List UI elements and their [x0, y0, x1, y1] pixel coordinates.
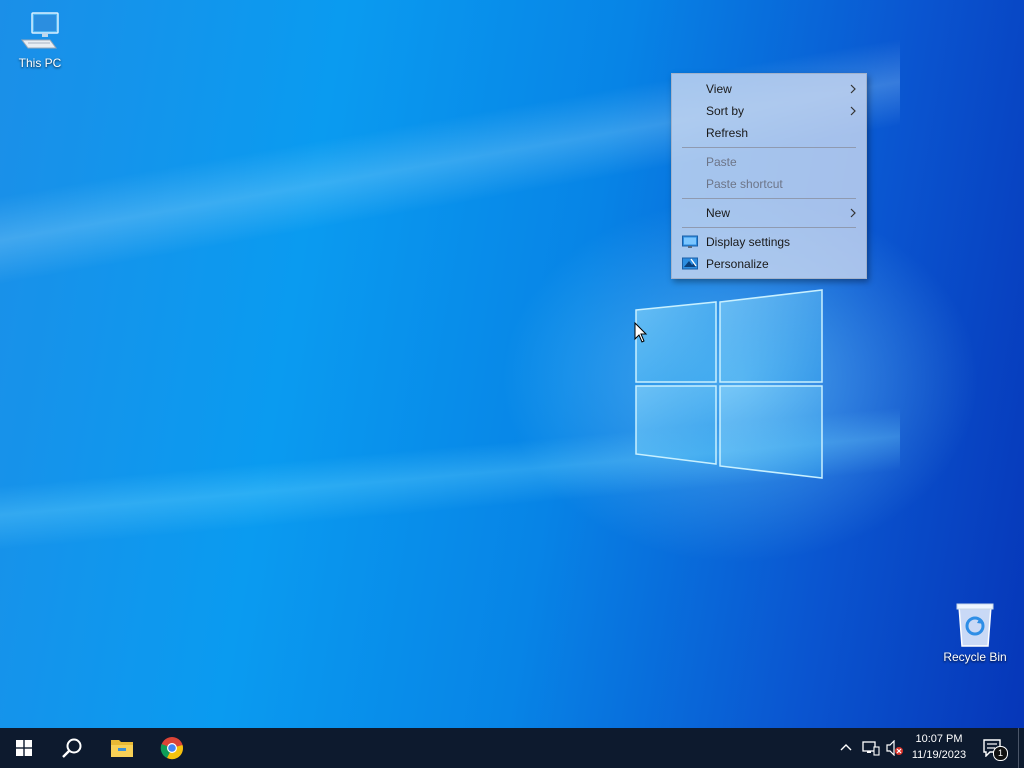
- menu-item-paste: Paste: [672, 151, 866, 173]
- menu-item-view[interactable]: View: [672, 78, 866, 100]
- search-icon: [62, 738, 82, 758]
- desktop[interactable]: This PC Recycle Bin View Sort by Refresh…: [0, 0, 1024, 728]
- file-explorer-icon: [111, 740, 133, 757]
- menu-item-sort-by[interactable]: Sort by: [672, 100, 866, 122]
- file-explorer-button[interactable]: [98, 728, 146, 768]
- display-settings-icon: [682, 235, 698, 248]
- chevron-up-icon[interactable]: [840, 742, 852, 754]
- volume-muted-icon[interactable]: [886, 740, 904, 756]
- desktop-icon-label: This PC: [18, 56, 62, 70]
- taskbar: 10:07 PM 11/19/2023: [0, 728, 1024, 768]
- menu-item-label: View: [706, 82, 732, 96]
- menu-separator: [682, 198, 856, 199]
- chevron-right-icon: [850, 84, 856, 94]
- search-button[interactable]: [48, 728, 96, 768]
- menu-item-display-settings[interactable]: Display settings: [672, 231, 866, 253]
- chevron-right-icon: [850, 208, 856, 218]
- chrome-button[interactable]: [148, 728, 196, 768]
- menu-item-label: Sort by: [706, 104, 745, 118]
- menu-separator: [682, 147, 856, 148]
- computer-icon: [21, 12, 59, 49]
- clock-date: 11/19/2023: [911, 749, 967, 761]
- menu-item-label: Display settings: [706, 235, 791, 249]
- menu-item-personalize[interactable]: Personalize: [672, 253, 866, 275]
- taskbar-clock[interactable]: 10:07 PM 11/19/2023: [904, 731, 974, 763]
- menu-item-refresh[interactable]: Refresh: [672, 122, 866, 144]
- desktop-icon-label: Recycle Bin: [943, 650, 1007, 664]
- menu-item-label: Paste: [706, 155, 737, 169]
- network-icon[interactable]: [862, 740, 880, 756]
- personalize-icon: [682, 257, 698, 270]
- chevron-right-icon: [850, 106, 856, 116]
- clock-time: 10:07 PM: [915, 733, 963, 745]
- desktop-context-menu: View Sort by Refresh Paste Paste shortcu…: [671, 73, 867, 279]
- start-icon: [16, 740, 32, 756]
- show-desktop-button[interactable]: [1018, 728, 1024, 768]
- mouse-cursor-icon: [634, 322, 648, 343]
- start-button[interactable]: [0, 728, 48, 768]
- menu-item-label: Refresh: [706, 126, 749, 140]
- desktop-icon-this-pc[interactable]: This PC: [2, 10, 78, 70]
- menu-item-new[interactable]: New: [672, 202, 866, 224]
- menu-separator: [682, 227, 856, 228]
- notification-count-badge: 1: [993, 746, 1008, 761]
- menu-item-label: New: [706, 206, 731, 220]
- windows-logo-wallpaper: [635, 289, 823, 479]
- menu-item-label: Paste shortcut: [706, 177, 783, 191]
- menu-item-paste-shortcut: Paste shortcut: [672, 173, 866, 195]
- menu-item-label: Personalize: [706, 257, 769, 271]
- recycle-bin-icon: [956, 603, 994, 647]
- desktop-icon-recycle-bin[interactable]: Recycle Bin: [937, 602, 1013, 664]
- chrome-icon: [160, 737, 183, 760]
